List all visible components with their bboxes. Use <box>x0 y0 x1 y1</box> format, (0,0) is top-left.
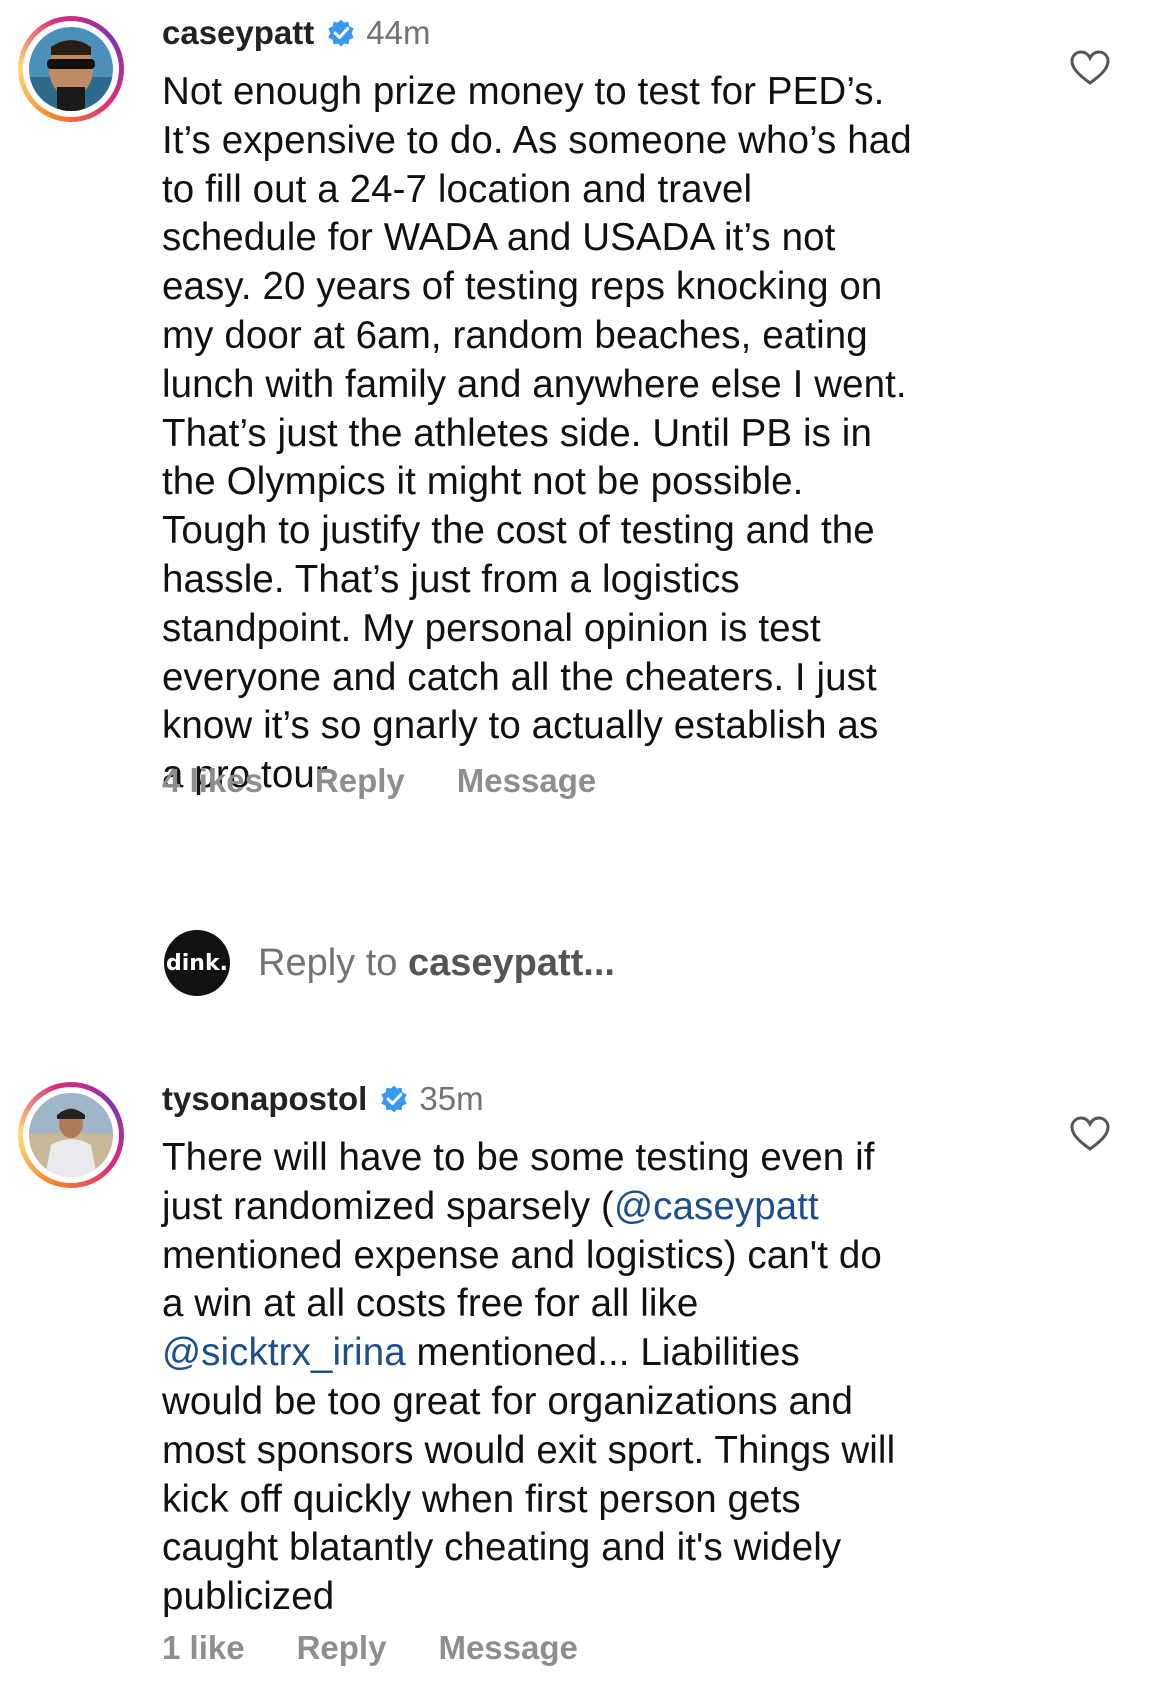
mention-link[interactable]: @sicktrx_irina <box>162 1331 406 1374</box>
comment-text: Not enough prize money to test for PED’s… <box>162 70 912 797</box>
mention-link[interactable]: @caseypatt <box>614 1185 819 1228</box>
likes-count[interactable]: 4 likes <box>162 762 263 800</box>
comment-text: There will have to be some testing even … <box>162 1136 896 1619</box>
comment-actions: 4 likes Reply Message <box>162 762 648 800</box>
comment-actions: 1 like Reply Message <box>162 1629 630 1667</box>
reply-input[interactable]: Reply to caseypatt... <box>258 942 615 985</box>
comment-header: caseypatt 44m <box>162 14 430 52</box>
like-heart-icon[interactable] <box>1070 1116 1110 1152</box>
verified-badge-icon <box>381 1085 408 1113</box>
message-button[interactable]: Message <box>457 762 596 800</box>
message-button[interactable]: Message <box>438 1629 577 1667</box>
verified-badge-icon <box>328 19 355 47</box>
avatar-tysonapostol[interactable] <box>18 1082 124 1188</box>
reply-button[interactable]: Reply <box>315 762 405 800</box>
username[interactable]: tysonapostol <box>162 1080 367 1118</box>
timestamp: 44m <box>366 14 431 51</box>
reply-button[interactable]: Reply <box>297 1629 387 1667</box>
comment-header: tysonapostol 35m <box>162 1080 484 1118</box>
avatar-caseypatt[interactable] <box>18 16 124 122</box>
likes-count[interactable]: 1 like <box>162 1629 245 1667</box>
reply-input-row[interactable]: dink. Reply to caseypatt... <box>164 930 615 996</box>
current-user-avatar: dink. <box>164 930 230 996</box>
like-heart-icon[interactable] <box>1070 50 1110 86</box>
username[interactable]: caseypatt <box>162 14 314 52</box>
timestamp: 35m <box>419 1080 484 1117</box>
